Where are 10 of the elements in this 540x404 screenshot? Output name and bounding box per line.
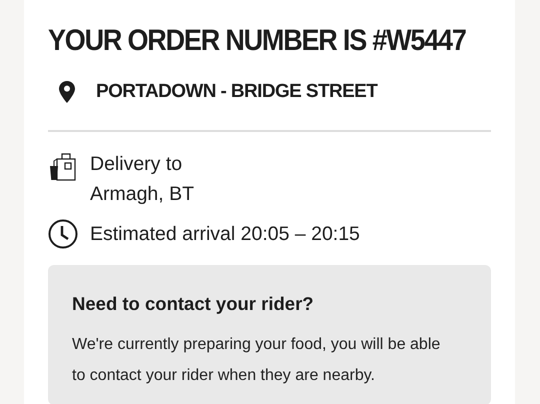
location-pin-icon — [59, 81, 75, 104]
estimated-arrival-text: Estimated arrival 20:05 – 20:15 — [90, 222, 360, 246]
order-number-heading: YOUR ORDER NUMBER IS #W5447 — [48, 22, 467, 58]
panel-heading: Need to contact your rider? — [72, 292, 315, 316]
delivery-label: Delivery to — [90, 152, 184, 176]
clock-icon — [48, 218, 78, 248]
delivery-address: Armagh, BT — [90, 182, 194, 206]
panel-message: We're currently preparing your food, you will be able to contact your rider when they are nearby. — [72, 334, 442, 386]
bag-and-cup-icon — [48, 150, 78, 180]
store-name: PORTADOWN - BRIDGE STREET — [96, 80, 378, 104]
